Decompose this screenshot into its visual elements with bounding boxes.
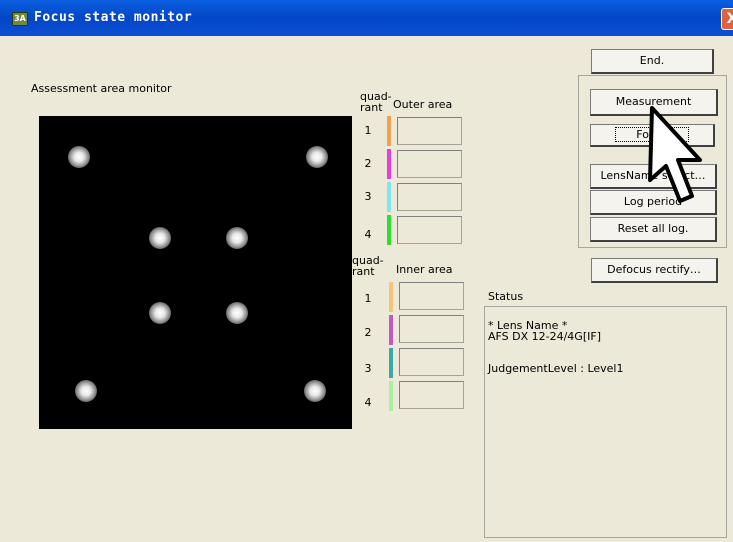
outer-bar-1 xyxy=(387,116,391,146)
outer-area-label: Outer area xyxy=(393,98,453,111)
inner-quadrant-label-line2: rant xyxy=(352,265,375,278)
outer-quadrant-num: 4 xyxy=(364,228,372,241)
outer-field-1 xyxy=(397,117,462,145)
inner-area-label: Inner area xyxy=(396,263,453,276)
outer-bar-3 xyxy=(387,182,391,212)
focus-point xyxy=(149,302,171,324)
inner-bar-1 xyxy=(389,282,393,312)
outer-quadrant-num: 3 xyxy=(364,190,372,203)
arrow-cursor-icon xyxy=(648,106,702,203)
inner-bar-2 xyxy=(389,315,393,345)
monitor-label: Assessment area monitor xyxy=(31,82,172,95)
outer-quadrant-label-line2: rant xyxy=(360,101,383,114)
app-icon: 3A xyxy=(12,12,28,26)
assessment-area-monitor xyxy=(39,116,352,429)
window-title: Focus state monitor xyxy=(34,10,193,25)
end-button[interactable]: End. xyxy=(591,49,714,74)
inner-field-1 xyxy=(399,282,464,310)
inner-bar-3 xyxy=(389,348,393,378)
lens-name-value: AFS DX 12-24/4G[IF] xyxy=(488,330,601,343)
status-label: Status xyxy=(488,290,524,303)
focus-point xyxy=(226,302,248,324)
defocus-rectify-button[interactable]: Defocus rectify… xyxy=(591,258,718,283)
inner-quadrant-num: 2 xyxy=(364,326,372,339)
focus-point xyxy=(149,227,171,249)
inner-field-4 xyxy=(399,381,464,409)
inner-quadrant-num: 4 xyxy=(364,396,372,409)
outer-field-4 xyxy=(397,216,462,244)
focus-state-monitor-window: 3A Focus state monitor X Assessment area… xyxy=(0,0,733,542)
outer-field-3 xyxy=(397,183,462,211)
focus-point xyxy=(68,146,90,168)
inner-field-3 xyxy=(399,348,464,376)
inner-quadrant-num: 3 xyxy=(364,362,372,375)
outer-quadrant-label: quad- rant xyxy=(360,91,392,113)
outer-field-2 xyxy=(397,150,462,178)
inner-quadrant-num: 1 xyxy=(364,292,372,305)
title-bar[interactable]: 3A Focus state monitor X xyxy=(0,0,733,36)
outer-bar-4 xyxy=(387,215,391,245)
focus-point xyxy=(304,380,326,402)
focus-point xyxy=(306,146,328,168)
focus-point xyxy=(75,380,97,402)
judgement-level: JudgementLevel : Level1 xyxy=(488,362,624,375)
outer-bar-2 xyxy=(387,149,391,179)
inner-bar-4 xyxy=(389,381,393,411)
inner-quadrant-label: quad- rant xyxy=(352,255,384,277)
inner-field-2 xyxy=(399,315,464,343)
outer-quadrant-num: 1 xyxy=(364,124,372,137)
outer-quadrant-num: 2 xyxy=(364,157,372,170)
close-button[interactable]: X xyxy=(721,8,733,30)
reset-all-log-button[interactable]: Reset all log. xyxy=(590,217,717,242)
focus-point xyxy=(226,227,248,249)
